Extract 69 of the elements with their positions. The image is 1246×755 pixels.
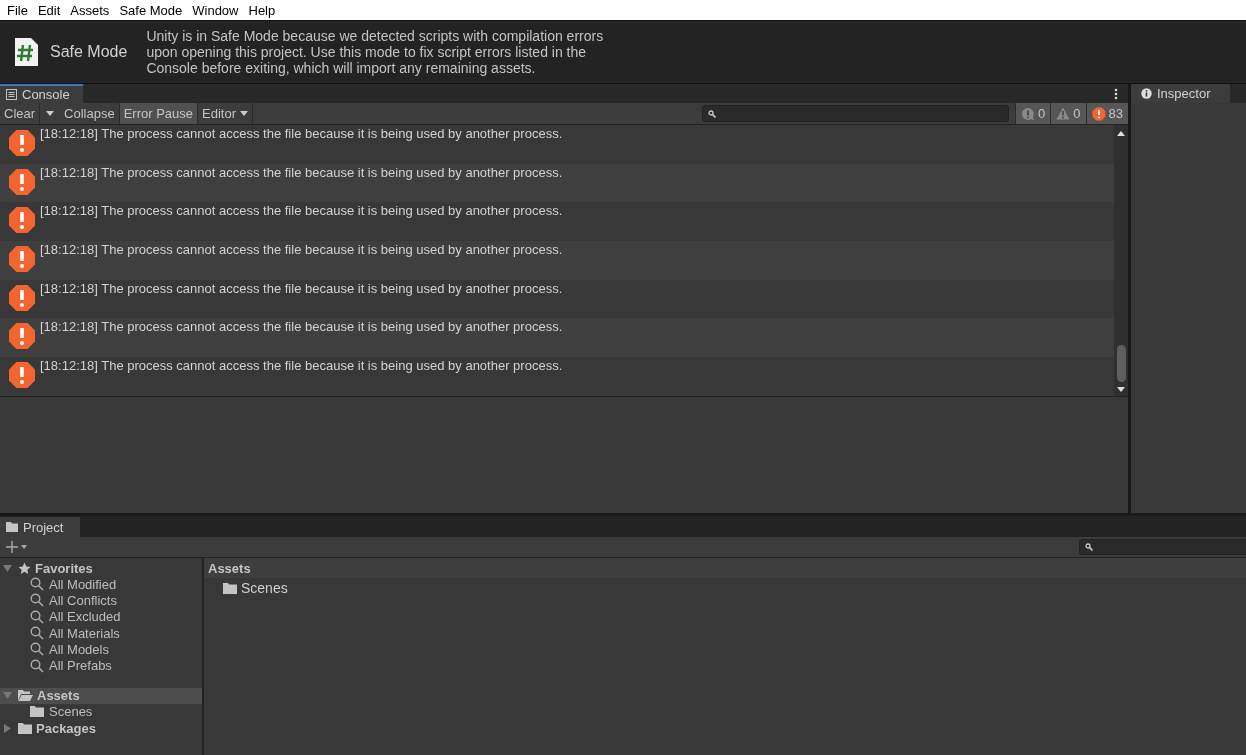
tree-item[interactable]: All Excluded: [0, 608, 202, 625]
open-folder-icon: [18, 690, 33, 702]
add-icon[interactable]: [6, 541, 28, 553]
log-entry[interactable]: [18:12:18] The process cannot access the file because it is being used by another process.: [0, 241, 1114, 280]
script-file-icon: [13, 37, 39, 67]
error-icon: [8, 361, 36, 390]
error-icon: [8, 322, 36, 351]
tree-item[interactable]: All Materials: [0, 624, 202, 642]
log-filter-toggle[interactable]: 0: [1050, 103, 1086, 124]
search-field[interactable]: [702, 105, 1010, 122]
banner-message: Unity is in Safe Mode because we detected scripts with compilation errors upon opening this project. Use this mode to fix script errors listed in the Console before exiting, which will import any remaining assets.: [146, 28, 605, 76]
log-entry[interactable]: [18:12:18] The process cannot access the file because it is being used by another process.: [0, 163, 1114, 203]
error-icon: [8, 283, 36, 312]
toolbar-button[interactable]: Error Pause: [119, 103, 199, 124]
menu-item[interactable]: Edit: [33, 2, 67, 18]
search-icon: [30, 658, 44, 673]
folder-icon: [6, 522, 18, 532]
menu-item[interactable]: Assets: [66, 2, 116, 18]
dropdown-caret-icon[interactable]: [46, 111, 55, 116]
tree-item[interactable]: All Prefabs: [0, 657, 202, 674]
search-icon: [30, 593, 44, 608]
search-icon: [30, 642, 44, 657]
menu-item[interactable]: Safe Mode: [115, 2, 189, 18]
banner-title: Safe Mode: [50, 43, 128, 61]
search-icon: [30, 626, 44, 641]
folder-icon: [223, 582, 237, 594]
search-icon: [1085, 543, 1093, 551]
project-tab[interactable]: Project: [0, 517, 81, 537]
folder-icon: [18, 722, 32, 734]
search-icon: [708, 109, 717, 118]
folder-icon: [30, 706, 44, 718]
expand-arrow-icon[interactable]: [3, 723, 12, 733]
error-icon: [1091, 106, 1106, 121]
error-icon: [8, 206, 36, 235]
log-filter-toggle[interactable]: 83: [1085, 103, 1128, 124]
more-options-icon[interactable]: [1114, 87, 1118, 100]
error-icon: [8, 245, 36, 274]
info-icon: [1141, 88, 1152, 99]
scroll-down-icon[interactable]: [1117, 387, 1125, 392]
asset-item[interactable]: Scenes: [204, 578, 1246, 598]
expand-arrow-icon[interactable]: [3, 691, 12, 701]
search-icon: [30, 609, 44, 624]
tree-item[interactable]: All Models: [0, 641, 202, 658]
menu-item[interactable]: Window: [188, 2, 245, 18]
message-icon: [1021, 106, 1036, 121]
error-icon: [8, 167, 36, 196]
caret-icon: [240, 111, 248, 116]
console-tab[interactable]: Console: [0, 84, 83, 103]
inspector-tab[interactable]: Inspector: [1131, 84, 1231, 103]
menu-item[interactable]: Help: [244, 2, 282, 18]
tree-item[interactable]: Favorites: [0, 560, 202, 576]
search-field[interactable]: [1079, 539, 1246, 555]
error-icon: [8, 129, 36, 157]
scrollbar-thumb[interactable]: [1116, 345, 1126, 382]
tree-item[interactable]: Assets: [0, 687, 202, 704]
tree-item[interactable]: Scenes: [0, 703, 202, 721]
log-entry[interactable]: [18:12:18] The process cannot access the file because it is being used by another process.: [0, 318, 1114, 358]
menu-item[interactable]: File: [3, 2, 34, 18]
scroll-up-icon[interactable]: [1117, 131, 1125, 136]
console-icon: [6, 89, 17, 100]
search-icon: [30, 577, 44, 592]
star-icon: [18, 561, 31, 575]
breadcrumb: Assets: [204, 558, 1246, 578]
tree-item[interactable]: All Modified: [0, 576, 202, 593]
tree-item[interactable]: All Conflicts: [0, 592, 202, 609]
expand-arrow-icon[interactable]: [3, 563, 12, 573]
log-filter-toggle[interactable]: 0: [1015, 103, 1051, 124]
warning-icon: [1056, 107, 1071, 120]
tree-item[interactable]: Packages: [0, 720, 202, 737]
